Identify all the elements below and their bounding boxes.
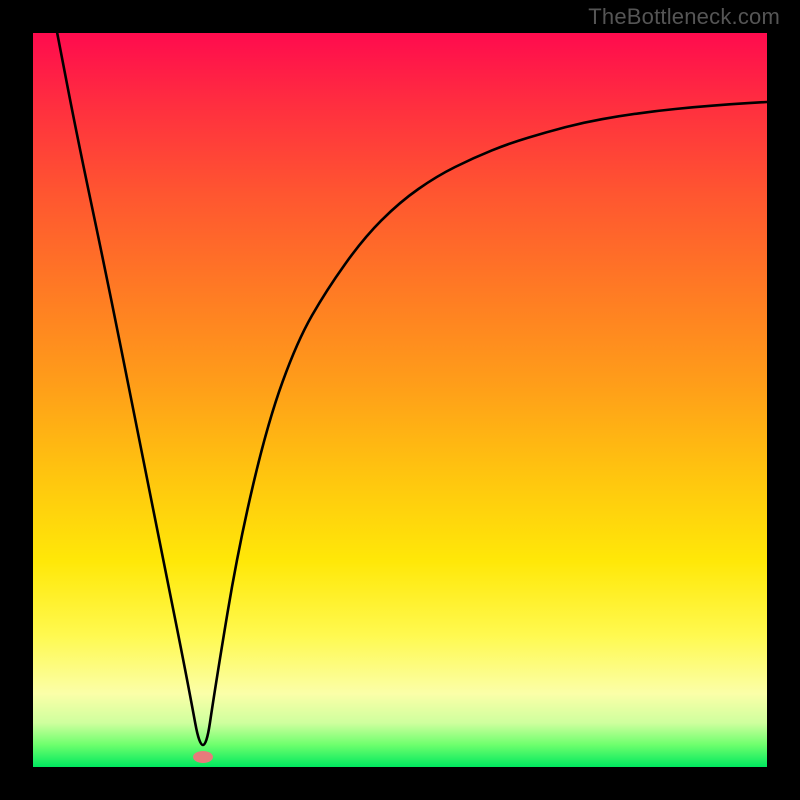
watermark-text: TheBottleneck.com	[588, 4, 780, 30]
curve-path	[57, 33, 767, 745]
bottleneck-curve	[33, 33, 767, 767]
plot-area	[33, 33, 767, 767]
chart-frame: TheBottleneck.com	[0, 0, 800, 800]
minimum-marker	[193, 751, 213, 763]
